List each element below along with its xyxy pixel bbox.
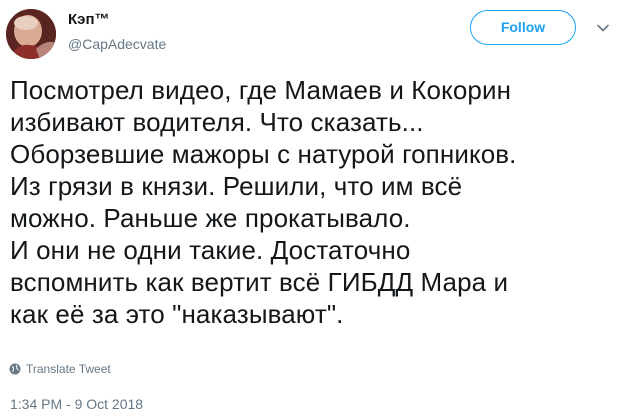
translate-tweet-link[interactable]: Translate Tweet bbox=[9, 361, 111, 377]
display-name[interactable]: Кэп™ bbox=[68, 10, 166, 30]
screen-name[interactable]: @CapAdecvate bbox=[68, 34, 166, 54]
tweet-card: Кэп™ @CapAdecvate Follow Посмотрел видео… bbox=[0, 0, 620, 417]
translate-label: Translate Tweet bbox=[26, 362, 111, 376]
chevron-down-icon[interactable] bbox=[596, 21, 610, 35]
tweet-text: Посмотрел видео, где Мамаев и Кокорин из… bbox=[10, 75, 517, 329]
follow-button[interactable]: Follow bbox=[470, 10, 576, 45]
timestamp[interactable]: 1:34 PM - 9 Oct 2018 bbox=[10, 395, 143, 413]
avatar[interactable] bbox=[6, 9, 56, 59]
globe-icon bbox=[9, 363, 21, 375]
author-info: Кэп™ @CapAdecvate bbox=[68, 10, 166, 54]
avatar-photo-icon bbox=[6, 9, 56, 59]
